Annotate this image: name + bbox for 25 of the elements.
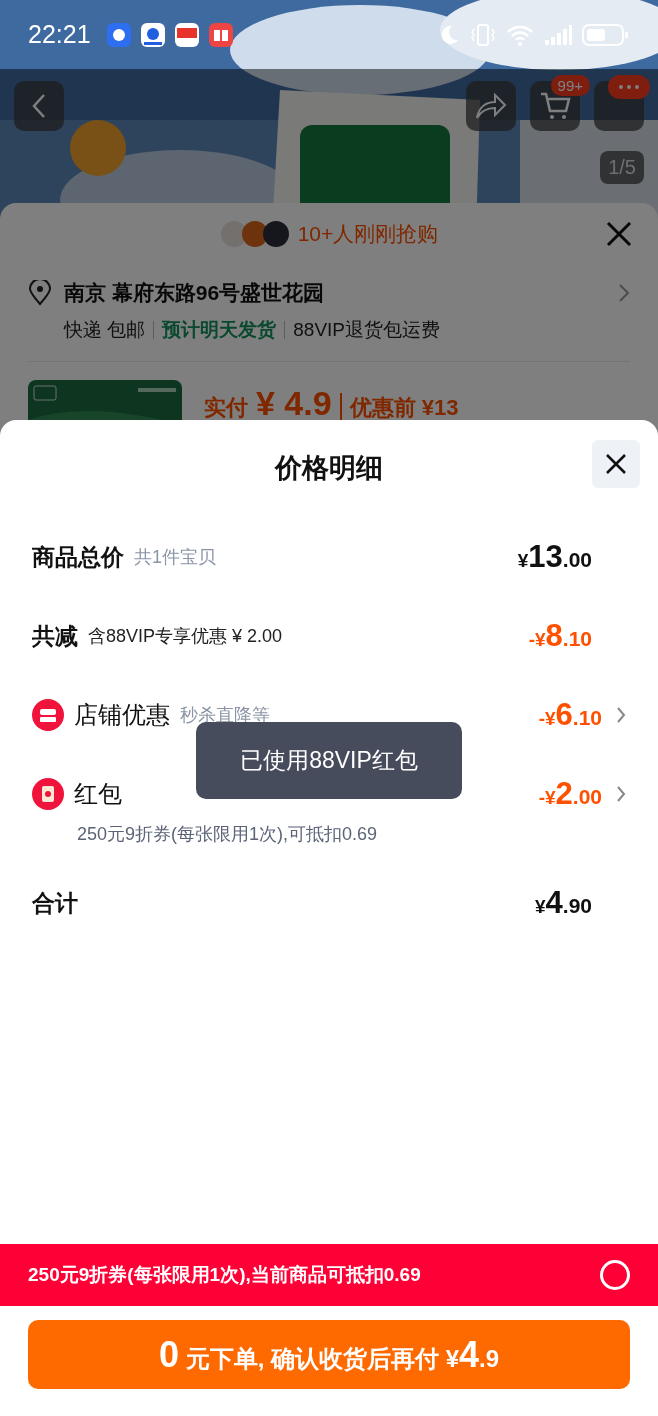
close-icon: [605, 453, 627, 475]
row-note: 共1件宝贝: [134, 546, 216, 569]
close-button[interactable]: [592, 440, 640, 488]
price: -¥2.00: [538, 776, 602, 812]
chevron-icon[interactable]: [616, 785, 626, 803]
coupon-bar[interactable]: 250元9折券(每张限用1次),当前商品可抵扣0.69: [0, 1244, 658, 1306]
row-label: 店铺优惠: [74, 700, 170, 730]
sheet-title: 价格明细: [275, 452, 383, 485]
price: ¥13.00: [517, 539, 592, 575]
row-label: 共减: [32, 621, 78, 651]
price: ¥4.90: [534, 885, 592, 921]
row-label: 商品总价: [32, 542, 124, 572]
row-label: 合计: [32, 888, 78, 918]
coupon-text: 250元9折券(每张限用1次),当前商品可抵扣0.69: [28, 1263, 422, 1287]
store-icon: [32, 699, 64, 731]
price: -¥8.10: [528, 618, 592, 654]
price: -¥6.10: [538, 697, 602, 733]
envelope-icon: [32, 778, 64, 810]
coupon-detail: 250元9折券(每张限用1次),可抵扣0.69: [77, 823, 379, 846]
confirm-button[interactable]: 0 元下单, 确认收货后再付 ¥4.9: [28, 1320, 630, 1389]
row-note: 含88VIP专享优惠 ¥ 2.00: [88, 625, 283, 648]
radio-button[interactable]: [600, 1260, 630, 1290]
row-label: 红包: [74, 779, 122, 809]
toast: 已使用88VIP红包: [196, 722, 462, 799]
chevron-icon[interactable]: [616, 706, 626, 724]
